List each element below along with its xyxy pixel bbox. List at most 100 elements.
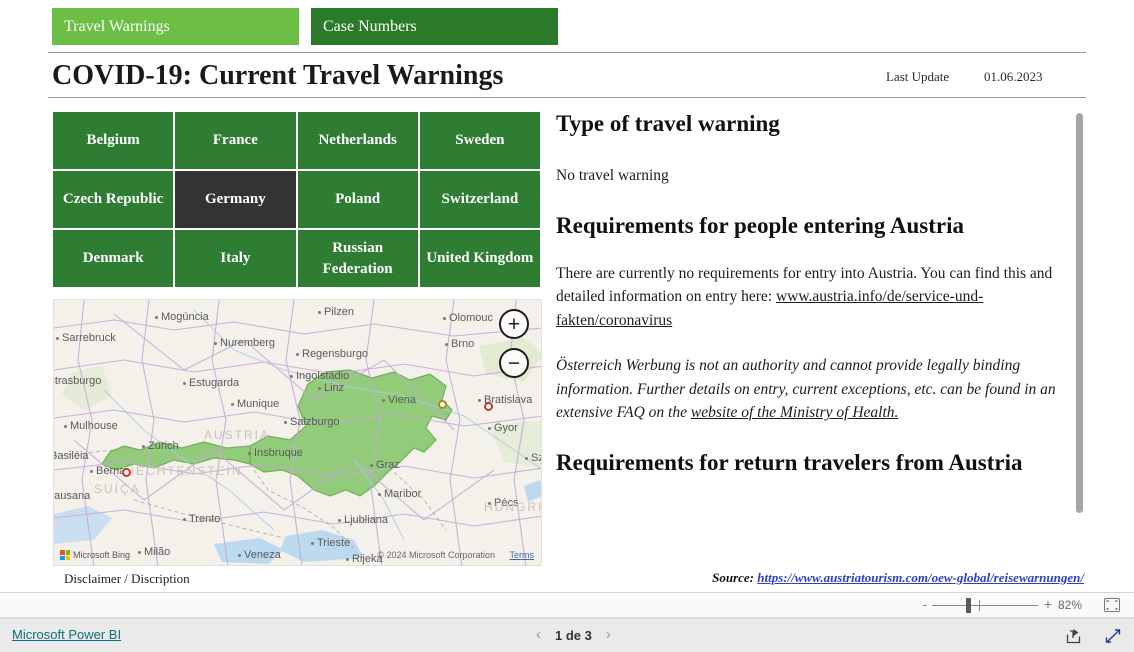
map-city-dot: [378, 493, 381, 496]
map-city-dot: [370, 464, 373, 467]
map-city-label: Maribor: [384, 488, 422, 500]
heading-type-of-travel-warning: Type of travel warning: [556, 111, 780, 136]
map-city-label: Linz: [324, 382, 345, 394]
map-city-label: Estugarda: [189, 377, 240, 389]
country-button-netherlands[interactable]: Netherlands: [297, 112, 418, 169]
map-visual[interactable]: Mogúncia Pilzen Olomouc Sarrebruck Nuremberg…: [53, 299, 542, 566]
source-label: Source:: [712, 570, 758, 585]
tab-bar: Travel Warnings Case Numbers: [52, 8, 558, 45]
last-update-value: 01.06.2023: [984, 69, 1043, 84]
zoom-in-button[interactable]: +: [1042, 597, 1054, 612]
last-update-label: Last Update: [886, 69, 950, 84]
map-city-dot: [155, 316, 158, 319]
map-capital-marker-bern: [122, 468, 131, 477]
map-city-label: Estrasburgo: [54, 375, 102, 387]
map-city-label: Nuremberg: [220, 337, 276, 349]
map-city-dot: [445, 343, 448, 346]
ministry-of-health-link[interactable]: website of the Ministry of Health.: [691, 404, 899, 421]
travel-warning-text: No travel warning: [556, 167, 669, 185]
map-city-dot: [183, 518, 186, 521]
map-city-label: Insbruque: [254, 447, 303, 459]
map-region-label: HUNGRIA: [484, 500, 541, 514]
zoom-toolbar: - + 82%: [0, 593, 1134, 618]
bing-logo: Microsoft Bing: [60, 550, 130, 560]
tab-case-numbers[interactable]: Case Numbers: [311, 8, 558, 45]
map-city-label: Trieste: [317, 537, 351, 549]
previous-page-icon[interactable]: ‹: [536, 626, 541, 644]
map-city-label: Székesfehér: [531, 452, 541, 464]
power-bi-report-viewer: Travel Warnings Case Numbers COVID-19: Cu…: [0, 0, 1134, 652]
map-city-dot: [138, 551, 141, 554]
map-city-dot: [478, 399, 481, 402]
map-city-dot: [338, 519, 341, 522]
disclaimer-label: Disclaimer / Discription: [64, 571, 190, 586]
country-button-sweden[interactable]: Sweden: [419, 112, 540, 169]
map-city-label: Zurich: [148, 440, 179, 452]
content-scrollbar[interactable]: [1076, 110, 1084, 566]
map-city-label: Olomouc: [449, 312, 494, 324]
map-city-label: Viena: [388, 394, 416, 406]
source-url-link[interactable]: https://www.austriatourism.com/oew-globa…: [757, 570, 1084, 585]
country-button-france[interactable]: France: [175, 112, 296, 169]
heading-requirements-entering: Requirements for people entering Austria: [556, 212, 965, 238]
map-city-label: Milão: [144, 546, 171, 558]
header-divider-bottom: [48, 97, 1086, 98]
page-title: COVID-19: Current Travel Warnings: [52, 60, 504, 91]
map-city-dot: [290, 375, 293, 378]
country-button-czech-republic[interactable]: Czech Republic: [53, 171, 174, 228]
map-city-label: Brno: [451, 338, 475, 350]
country-button-russian-federation[interactable]: Russian Federation: [297, 230, 418, 287]
country-button-italy[interactable]: Italy: [175, 230, 296, 287]
country-button-germany[interactable]: Germany: [175, 171, 296, 228]
country-button-poland[interactable]: Poland: [297, 171, 418, 228]
zoom-out-button[interactable]: -: [919, 598, 931, 611]
tab-travel-warnings[interactable]: Travel Warnings: [52, 8, 299, 45]
zoom-slider-thumb[interactable]: [966, 598, 971, 613]
status-bar: Microsoft Power BI ‹ 1 de 3 ›: [0, 618, 1134, 652]
fullscreen-icon[interactable]: [1104, 627, 1122, 645]
map-city-dot: [296, 353, 299, 356]
page-navigator: ‹ 1 de 3 ›: [536, 626, 611, 644]
zoom-percent-label: 82%: [1058, 598, 1083, 612]
country-button-belgium[interactable]: Belgium: [53, 112, 174, 169]
map-city-dot: [142, 445, 145, 448]
map-city-dot: [231, 403, 234, 406]
page-indicator-label: 1 de 3: [555, 627, 592, 643]
map-region-label: LIECHTENSTEIN: [122, 464, 243, 478]
map-city-label: Veneza: [244, 549, 281, 561]
country-button-switzerland[interactable]: Switzerland: [419, 171, 540, 228]
content-pane: Type of travel warning No travel warning…: [556, 110, 1080, 566]
map-city-dot: [284, 421, 287, 424]
map-city-dot: [318, 387, 321, 390]
country-button-united-kingdom[interactable]: United Kingdom: [419, 230, 540, 287]
zoom-slider-track[interactable]: [932, 605, 1038, 606]
header-divider-top: [48, 52, 1086, 53]
fit-to-page-icon[interactable]: [1104, 598, 1120, 612]
country-selector-grid: Belgium France Netherlands Sweden Czech …: [53, 112, 540, 287]
map-zoom-out-icon[interactable]: −: [499, 348, 529, 378]
share-icon[interactable]: [1065, 627, 1083, 645]
map-city-label: Munique: [237, 398, 280, 410]
map-city-label: Trento: [189, 513, 221, 525]
map-zoom-in-icon[interactable]: +: [499, 309, 529, 339]
oew-disclaimer-paragraph: Österreich Werbung is not an authority a…: [556, 354, 1080, 425]
map-city-dot: [64, 425, 67, 428]
map-city-dot: [311, 542, 314, 545]
microsoft-power-bi-link[interactable]: Microsoft Power BI: [12, 627, 121, 642]
map-city-dot: [248, 452, 251, 455]
entering-requirements-paragraph: There are currently no requirements for …: [556, 262, 1080, 333]
map-city-dot: [90, 470, 93, 473]
map-city-label: Graz: [376, 459, 400, 471]
map-city-dot: [238, 554, 241, 557]
map-city-label: Gyor: [494, 422, 518, 434]
map-terms-link[interactable]: Terms: [510, 550, 535, 560]
map-city-dot: [318, 311, 321, 314]
map-capital-marker-bratislava: [484, 402, 493, 411]
map-city-dot: [346, 558, 349, 561]
map-city-label: Lausana: [54, 490, 91, 502]
microsoft-squares-icon: [60, 550, 70, 560]
content-scroll-thumb[interactable]: [1076, 113, 1083, 513]
country-button-denmark[interactable]: Denmark: [53, 230, 174, 287]
next-page-icon[interactable]: ›: [606, 626, 611, 644]
map-city-label: Berna: [96, 465, 126, 477]
